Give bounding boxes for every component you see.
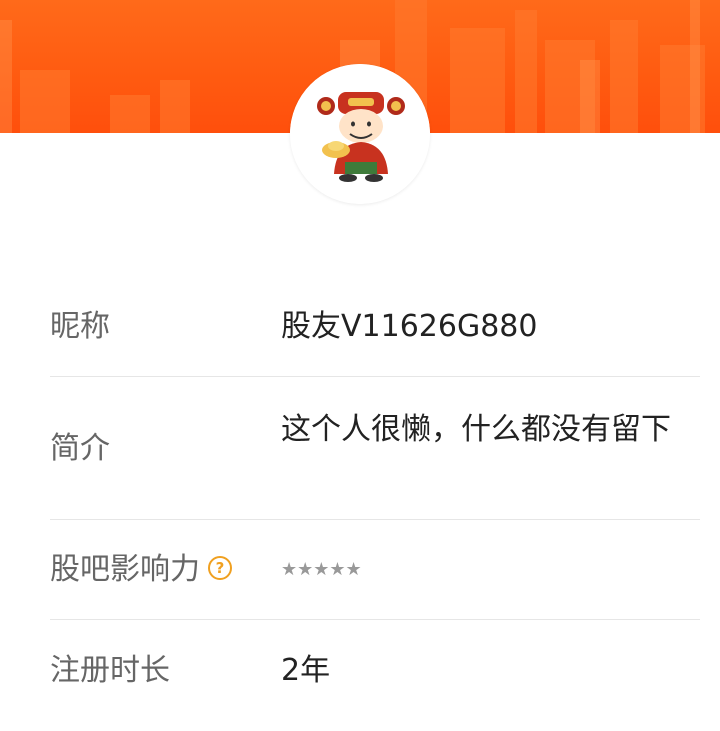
influence-rating-stars: ★★★★★ — [281, 559, 362, 580]
question-circle-icon[interactable]: ? — [208, 555, 232, 580]
registration-row: 注册时长 2年 — [50, 620, 700, 719]
influence-label: 股吧影响力 — [50, 552, 200, 587]
bio-row[interactable]: 简介 这个人很懒，什么都没有留下 — [50, 377, 700, 520]
registration-label: 注册时长 — [50, 653, 170, 688]
caishen-avatar-icon — [290, 64, 430, 204]
influence-row[interactable]: 股吧影响力? ★★★★★ — [50, 520, 700, 620]
bio-value: 这个人很懒，什么都没有留下 — [281, 412, 671, 447]
avatar[interactable] — [290, 64, 430, 204]
nickname-row[interactable]: 昵称 股友V11626G880 — [50, 278, 700, 377]
nickname-label: 昵称 — [50, 309, 110, 344]
nickname-value: 股友V11626G880 — [281, 309, 538, 344]
influence-label-group: 股吧影响力? — [50, 550, 232, 590]
registration-value: 2年 — [281, 653, 331, 688]
bio-label: 简介 — [50, 431, 110, 466]
